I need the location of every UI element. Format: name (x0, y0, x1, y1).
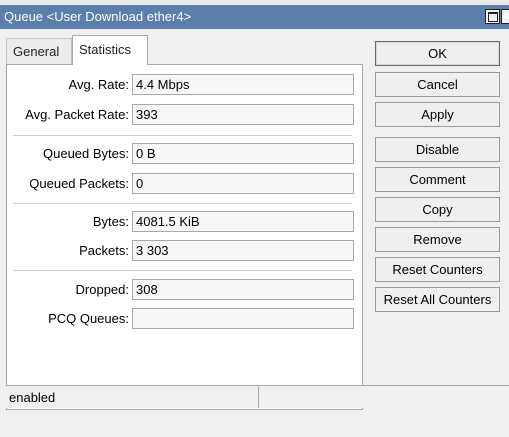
status-text: enabled (6, 386, 259, 408)
queued-packets-label: Queued Packets: (29, 176, 129, 191)
close-icon: × (503, 10, 509, 23)
status-bar: enabled (6, 385, 509, 408)
reset-counters-button[interactable]: Reset Counters (375, 257, 500, 282)
avg-packet-rate-label: Avg. Packet Rate: (25, 107, 129, 122)
dialog-body: General Statistics Avg. Rate: 4.4 Mbps A… (0, 29, 509, 437)
pcq-queues-field[interactable] (132, 308, 354, 329)
tab-general[interactable]: General (6, 38, 72, 64)
queued-packets-field[interactable]: 0 (132, 173, 354, 194)
close-button[interactable]: × (501, 9, 509, 24)
maximize-button[interactable] (485, 9, 500, 24)
window-title: Queue <User Download ether4> (4, 9, 192, 24)
statistics-panel: Avg. Rate: 4.4 Mbps Avg. Packet Rate: 39… (6, 64, 363, 410)
separator (13, 203, 352, 204)
pcq-queues-label: PCQ Queues: (48, 311, 129, 326)
dropped-field[interactable]: 308 (132, 279, 354, 300)
queued-bytes-field[interactable]: 0 B (132, 143, 354, 164)
disable-button[interactable]: Disable (375, 137, 500, 162)
maximize-icon (487, 11, 498, 22)
ok-button[interactable]: OK (375, 41, 500, 66)
cancel-button[interactable]: Cancel (375, 72, 500, 97)
bytes-label: Bytes: (92, 214, 129, 229)
queued-bytes-label: Queued Bytes: (43, 146, 129, 161)
packets-label: Packets: (79, 243, 129, 258)
reset-all-counters-button[interactable]: Reset All Counters (375, 287, 500, 312)
comment-button[interactable]: Comment (375, 167, 500, 192)
window-titlebar[interactable]: Queue <User Download ether4> × (0, 5, 509, 29)
avg-rate-label: Avg. Rate: (68, 77, 129, 92)
separator (13, 270, 352, 271)
separator (13, 135, 352, 136)
status-cell-empty (261, 386, 509, 408)
apply-button[interactable]: Apply (375, 102, 500, 127)
copy-button[interactable]: Copy (375, 197, 500, 222)
dropped-label: Dropped: (75, 282, 129, 297)
packets-field[interactable]: 3 303 (132, 240, 354, 261)
avg-rate-field[interactable]: 4.4 Mbps (132, 74, 354, 95)
tab-statistics[interactable]: Statistics (72, 35, 148, 65)
avg-packet-rate-field[interactable]: 393 (132, 104, 354, 125)
remove-button[interactable]: Remove (375, 227, 500, 252)
bytes-field[interactable]: 4081.5 KiB (132, 211, 354, 232)
